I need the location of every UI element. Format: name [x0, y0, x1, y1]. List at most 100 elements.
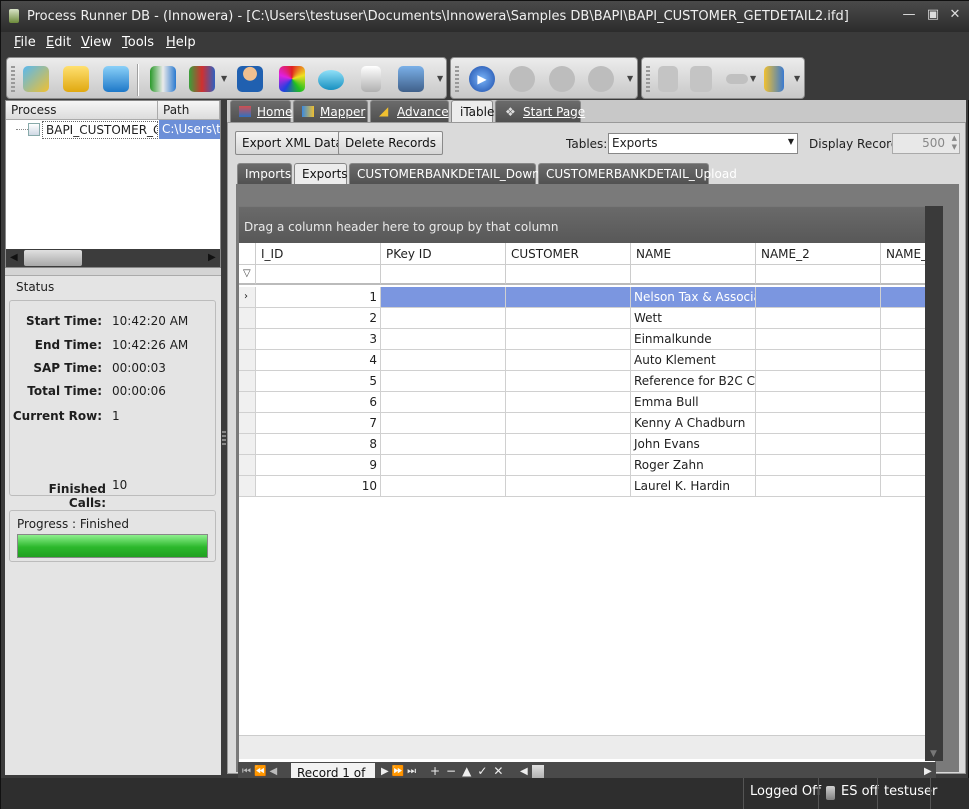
cell-i-id[interactable]: 1 [256, 287, 381, 308]
cell-customer[interactable] [506, 308, 631, 329]
toolbar-grip[interactable] [646, 66, 650, 94]
display-records-input[interactable]: 500 ▲ ▼ [892, 133, 960, 154]
cell-name-2[interactable] [756, 476, 881, 497]
splitter-grip[interactable] [222, 431, 226, 445]
cell-pkey-id[interactable] [381, 392, 506, 413]
close-button[interactable]: ✕ [947, 8, 963, 22]
pie-disc-icon[interactable] [318, 70, 344, 90]
column-header-pkey-id[interactable]: PKey ID [381, 243, 506, 265]
cell-pkey-id[interactable] [381, 455, 506, 476]
cell-name-2[interactable] [756, 350, 881, 371]
cell-i-id[interactable]: 3 [256, 329, 381, 350]
column-header-customer[interactable]: CUSTOMER [506, 243, 631, 265]
cell-customer[interactable] [506, 455, 631, 476]
cell-customer[interactable] [506, 371, 631, 392]
tab-itable[interactable]: iTable [451, 100, 494, 122]
row-indicator[interactable] [239, 455, 256, 476]
scroll-down-icon[interactable]: ▼ [930, 749, 937, 759]
mapping-icon[interactable] [150, 66, 176, 92]
copy-settings-icon[interactable] [690, 66, 712, 92]
cell-name-2[interactable] [756, 287, 881, 308]
row-indicator[interactable] [239, 308, 256, 329]
cell-name-2[interactable] [756, 413, 881, 434]
cell-pkey-id[interactable] [381, 350, 506, 371]
row-indicator[interactable] [239, 371, 256, 392]
current-row-indicator[interactable]: › [239, 287, 256, 308]
cell-i-id[interactable]: 6 [256, 392, 381, 413]
chevron-down-icon[interactable]: ▼ [627, 74, 635, 83]
filter-icon[interactable]: ▽ [239, 265, 256, 285]
cell-name[interactable]: Nelson Tax & Associates [631, 287, 756, 308]
process-row[interactable]: BAPI_CUSTOMER_G... C:\Users\tes [6, 120, 220, 140]
tab-mapper[interactable]: Mapper [293, 100, 368, 122]
cell-name[interactable]: Auto Klement [631, 350, 756, 371]
books-icon[interactable] [189, 66, 215, 92]
key-icon[interactable] [726, 74, 748, 84]
cell-pkey-id[interactable] [381, 371, 506, 392]
cell-pkey-id[interactable] [381, 308, 506, 329]
cell-name[interactable]: John Evans [631, 434, 756, 455]
document-icon[interactable] [361, 66, 381, 92]
tab-start-page[interactable]: ❖ Start Page [495, 100, 585, 122]
chevron-down-icon[interactable]: ▼ [221, 74, 229, 83]
cell-name[interactable]: Kenny A Chadburn [631, 413, 756, 434]
cell-pkey-id[interactable] [381, 329, 506, 350]
column-header-name[interactable]: NAME [631, 243, 756, 265]
filter-cell-name[interactable] [631, 265, 756, 285]
folder-icon[interactable] [63, 66, 89, 92]
spinner-icon[interactable]: ▲ ▼ [952, 134, 957, 152]
row-indicator[interactable] [239, 434, 256, 455]
nav-edit-icons[interactable]: +−▲✓✕ [430, 764, 509, 778]
filter-cell-i-id[interactable] [256, 265, 381, 285]
subtab-exports[interactable]: Exports [294, 163, 348, 185]
scroll-left-icon[interactable]: ◀ [10, 252, 18, 263]
nav-first-prev-icons[interactable]: ⏮⏪◀ [242, 766, 280, 777]
delete-records-button[interactable]: Delete Records [338, 131, 443, 155]
tab-home[interactable]: Home [230, 100, 292, 122]
filter-cell-name-2[interactable] [756, 265, 881, 285]
row-indicator[interactable] [239, 392, 256, 413]
cell-customer[interactable] [506, 476, 631, 497]
chevron-down-icon[interactable]: ▼ [794, 74, 802, 83]
cell-i-id[interactable]: 8 [256, 434, 381, 455]
cell-name-2[interactable] [756, 308, 881, 329]
stop-step-icon[interactable] [549, 66, 575, 92]
save-icon[interactable] [103, 66, 129, 92]
toolbar-grip[interactable] [11, 66, 15, 94]
scroll-right-icon[interactable]: ▶ [208, 252, 216, 263]
chevron-down-icon[interactable]: ▼ [750, 74, 758, 83]
scroll-left-icon[interactable]: ◀ [520, 766, 528, 777]
cell-name-2[interactable] [756, 434, 881, 455]
group-panel[interactable]: Drag a column header here to group by th… [239, 207, 937, 243]
cell-name-2[interactable] [756, 329, 881, 350]
tables-select[interactable]: Exports ▼ [608, 133, 798, 154]
cell-name-2[interactable] [756, 392, 881, 413]
cell-name[interactable]: Reference for B2C Cu... [631, 371, 756, 392]
cell-i-id[interactable]: 4 [256, 350, 381, 371]
horizontal-scrollbar[interactable]: ◀ ▶ [6, 249, 220, 267]
subtab-imports[interactable]: Imports [237, 163, 292, 185]
step-icon[interactable] [509, 66, 535, 92]
row-indicator[interactable] [239, 329, 256, 350]
menu-view[interactable]: View [81, 35, 112, 50]
column-header-name-2[interactable]: NAME_2 [756, 243, 881, 265]
cell-name-2[interactable] [756, 455, 881, 476]
cell-i-id[interactable]: 10 [256, 476, 381, 497]
cell-name[interactable]: Wett [631, 308, 756, 329]
menu-tools[interactable]: Tools [122, 35, 154, 50]
subtab-bankdetail-upload[interactable]: CUSTOMERBANKDETAIL_Upload [538, 163, 737, 185]
cell-i-id[interactable]: 7 [256, 413, 381, 434]
maximize-button[interactable]: ▣ [925, 8, 941, 22]
scroll-right-icon[interactable]: ▶ [924, 766, 932, 777]
cell-name[interactable]: Laurel K. Hardin [631, 476, 756, 497]
filter-cell-customer[interactable] [506, 265, 631, 285]
server-icon[interactable] [398, 66, 424, 92]
cell-customer[interactable] [506, 329, 631, 350]
menu-edit[interactable]: Edit [46, 35, 71, 50]
open-folder-3d-icon[interactable] [23, 66, 49, 92]
menu-file[interactable]: File [14, 35, 36, 50]
row-indicator[interactable] [239, 476, 256, 497]
row-indicator[interactable] [239, 413, 256, 434]
palette-icon[interactable] [279, 66, 305, 92]
export-icon[interactable] [764, 66, 784, 92]
